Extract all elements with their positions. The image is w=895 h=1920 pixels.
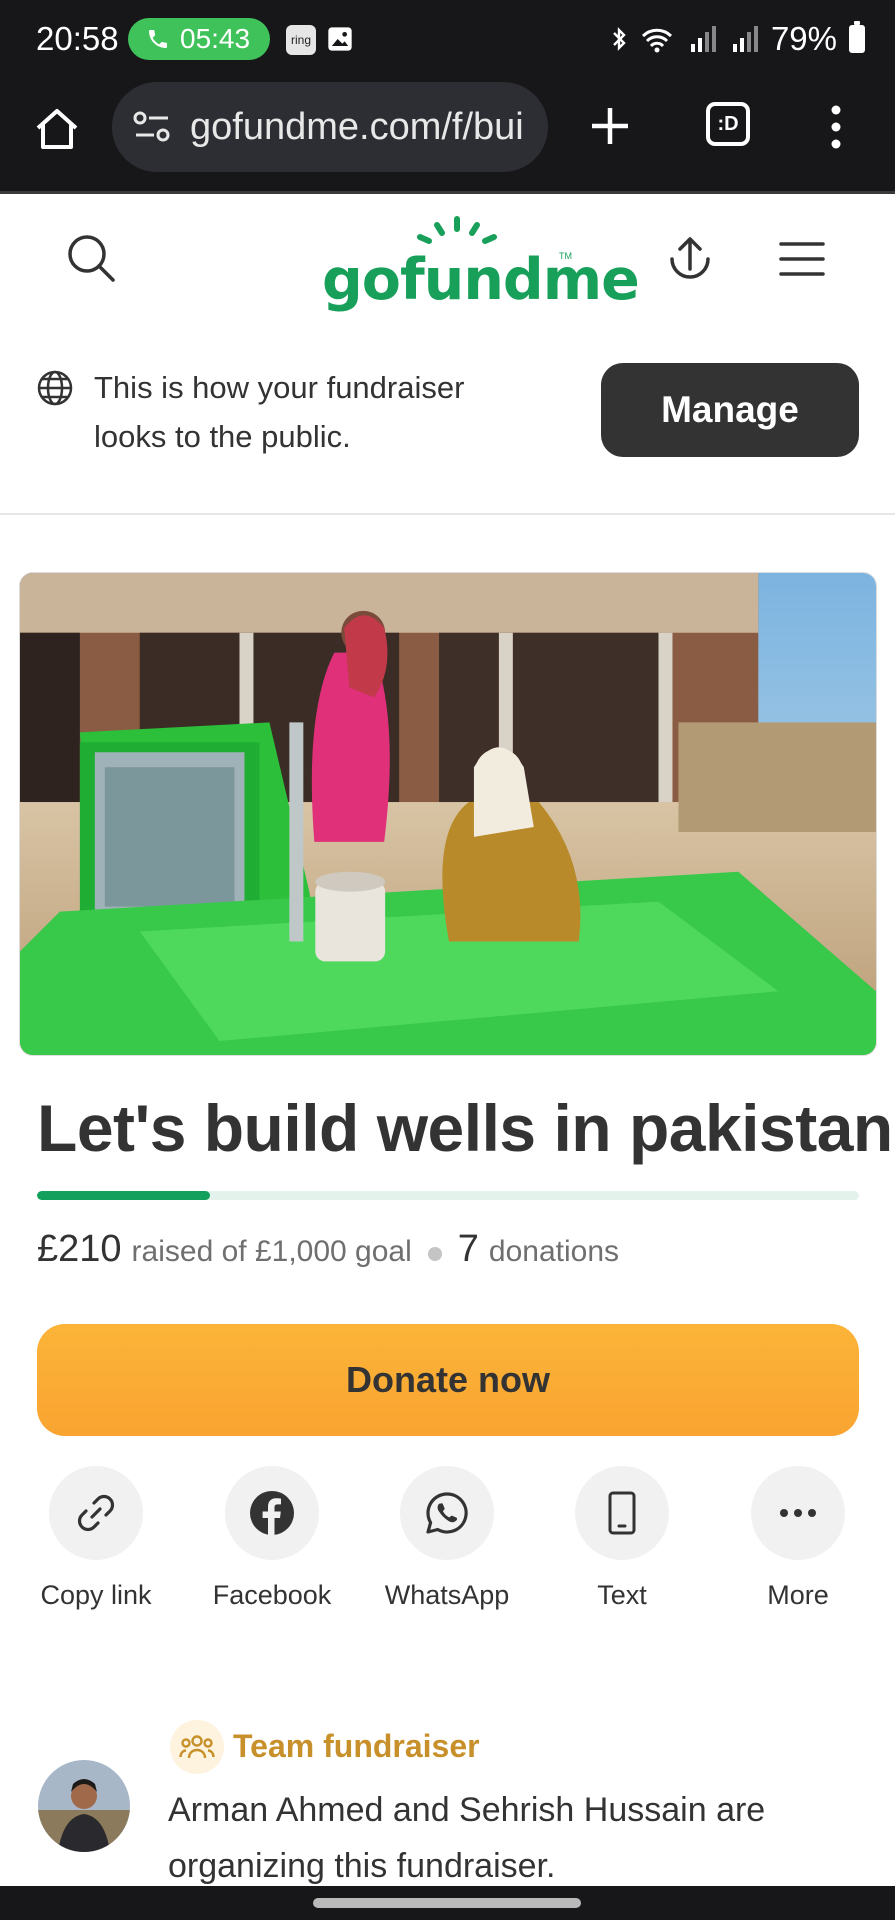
logo-text: gofundme [322, 247, 640, 313]
hamburger-menu-icon[interactable] [778, 239, 826, 279]
link-icon [77, 1494, 115, 1532]
status-bar: 20:58 05:43 ring 79% [0, 0, 895, 78]
share-whatsapp[interactable]: WhatsApp [372, 1466, 522, 1626]
share-text[interactable]: Text [547, 1466, 697, 1626]
logo-trademark: TM [559, 251, 572, 261]
call-indicator[interactable]: 05:43 [128, 18, 270, 60]
home-gesture-handle[interactable] [313, 1898, 581, 1908]
gofundme-logo[interactable]: gofundme TM [322, 215, 640, 313]
organizer-section: Team fundraiser Arman Ahmed and Sehrish … [0, 1712, 895, 1892]
share-label: WhatsApp [384, 1580, 510, 1610]
organizer-text: Arman Ahmed and Sehrish Hussain are orga… [168, 1791, 766, 1885]
share-label: Text [597, 1580, 647, 1610]
wifi-icon [641, 28, 672, 53]
signal-r-icon [690, 26, 716, 52]
donations-count[interactable]: 7 [458, 1228, 479, 1271]
well-photo-illustration [20, 573, 876, 1055]
manage-button[interactable]: Manage [601, 363, 859, 457]
bluetooth-icon [613, 27, 626, 51]
whatsapp-icon [426, 1492, 468, 1534]
share-copy-link[interactable]: Copy link [21, 1466, 171, 1626]
new-tab-icon[interactable] [586, 102, 634, 150]
share-label: Copy link [40, 1580, 152, 1610]
site-header: gofundme TM [0, 197, 895, 325]
raised-amount: £210 [37, 1228, 122, 1270]
tab-switcher-button[interactable]: :D [706, 102, 750, 146]
ring-app-icon: ring [286, 25, 316, 55]
organizer-avatar[interactable] [38, 1760, 130, 1852]
more-icon [780, 1509, 816, 1517]
search-icon[interactable] [64, 231, 120, 287]
facebook-icon [250, 1491, 294, 1535]
battery-icon [849, 21, 865, 53]
share-more[interactable]: More [723, 1466, 873, 1626]
team-icon-badge [170, 1720, 224, 1774]
system-nav-bar [0, 1886, 895, 1920]
call-timer: 05:43 [180, 23, 251, 54]
notice-text: This is how your fundraiser looks to the… [94, 370, 465, 454]
status-time: 20:58 [36, 20, 119, 57]
battery-percent: 79% [770, 20, 837, 57]
fundraising-stats: £210 raised of £1,000 goal 7 donations [37, 1228, 619, 1271]
address-bar[interactable]: gofundme.com/f/bui [112, 82, 548, 172]
share-label: Facebook [212, 1580, 332, 1610]
progress-fill [37, 1191, 210, 1200]
share-label: More [767, 1580, 829, 1610]
separator-dot [427, 1247, 442, 1261]
status-icons: 79% [611, 20, 865, 58]
team-fundraiser-label: Team fundraiser [233, 1728, 480, 1764]
fundraiser-hero-image [19, 572, 877, 1056]
share-icon[interactable] [662, 233, 718, 289]
phone-icon [608, 1491, 636, 1535]
fundraiser-title: Let's build wells in pakistan [37, 1091, 893, 1165]
avatar-photo [38, 1760, 130, 1852]
progress-bar [37, 1191, 859, 1200]
url-text: gofundme.com/f/bui [190, 105, 524, 148]
site-settings-icon[interactable] [132, 109, 172, 145]
browser-toolbar: gofundme.com/f/bui :D [0, 78, 895, 194]
gallery-icon [328, 27, 352, 51]
raised-of-goal: raised of £1,000 goal [131, 1235, 412, 1268]
phone-call-icon [149, 30, 167, 48]
share-facebook[interactable]: Facebook [197, 1466, 347, 1626]
donate-now-button[interactable]: Donate now [37, 1324, 859, 1436]
donations-label[interactable]: donations [489, 1235, 619, 1269]
public-view-notice: This is how your fundraiser looks to the… [0, 325, 895, 515]
team-icon [179, 1735, 215, 1759]
home-icon[interactable] [32, 104, 82, 154]
browser-menu-icon[interactable] [828, 102, 844, 152]
share-options: Copy link Facebook WhatsApp Text More [0, 1466, 895, 1626]
signal-icon [732, 26, 758, 52]
globe-icon [37, 370, 73, 406]
